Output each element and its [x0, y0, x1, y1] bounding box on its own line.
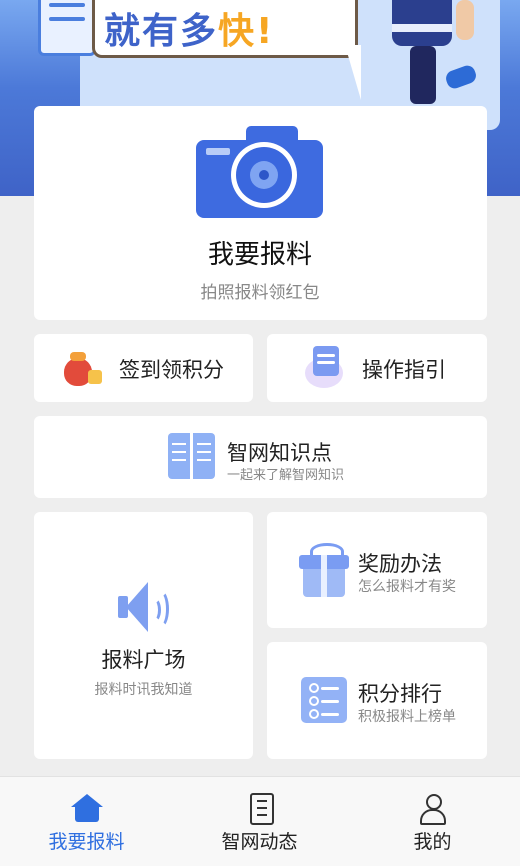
red-envelope-icon	[62, 346, 102, 388]
list-icon	[301, 677, 347, 723]
knowledge-subtitle: 一起来了解智网知识	[227, 468, 345, 483]
guide-label: 操作指引	[362, 358, 446, 382]
news-icon	[250, 793, 274, 825]
tab-mine[interactable]: 我的	[346, 777, 519, 866]
character-belt	[392, 24, 452, 32]
character-torso	[392, 0, 452, 46]
report-square-subtitle: 报料时讯我知道	[94, 682, 193, 698]
report-main-subtitle: 拍照报料领红包	[200, 283, 320, 303]
tab-mine-label: 我的	[413, 831, 452, 853]
bottom-tab-bar: 我要报料 智网动态 我的	[0, 776, 520, 866]
character-arm	[456, 0, 474, 40]
speaker-icon	[114, 580, 174, 636]
guide-book-icon	[303, 344, 347, 390]
tab-news-label: 智网动态	[221, 831, 298, 853]
speech-bubble-tail	[345, 45, 361, 100]
rank-title: 积分排行	[358, 682, 442, 706]
camera-icon	[196, 126, 323, 218]
slogan-highlight: 快	[218, 11, 257, 52]
gift-icon	[299, 543, 349, 597]
reward-subtitle: 怎么报料才有奖	[358, 579, 456, 595]
checkin-label: 签到领积分	[119, 358, 224, 382]
banner-slogan: 就有多快!	[104, 2, 274, 54]
report-square-title: 报料广场	[101, 648, 186, 672]
slogan-prefix: 就有多	[104, 11, 219, 52]
reward-title: 奖励办法	[358, 552, 442, 576]
home-icon	[71, 794, 103, 822]
report-main-title: 我要报料	[207, 240, 312, 270]
slogan-suffix: !	[256, 11, 275, 52]
tab-report-label: 我要报料	[48, 831, 125, 853]
knowledge-title: 智网知识点	[227, 441, 332, 465]
character-leg	[410, 46, 436, 104]
open-book-icon	[168, 433, 216, 479]
user-icon	[420, 794, 446, 825]
board-illustration	[38, 0, 96, 56]
tab-report[interactable]: 我要报料	[0, 777, 173, 866]
tab-news[interactable]: 智网动态	[173, 777, 346, 866]
rank-subtitle: 积极报料上榜单	[358, 709, 456, 725]
